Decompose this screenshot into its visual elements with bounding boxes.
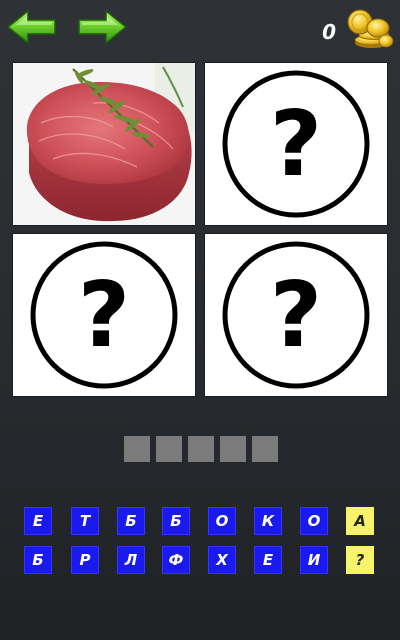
letter-key[interactable]: О [300,507,328,535]
answer-slot[interactable] [124,436,150,462]
letter-key[interactable]: Ф [162,546,190,574]
picture-tile-2[interactable]: ? [205,63,387,225]
green-left-arrow-icon [7,10,56,44]
question-mark-icon: ? [222,241,370,389]
picture-tile-1[interactable] [13,63,195,225]
answer-slot[interactable] [156,436,182,462]
letter-key[interactable]: К [254,507,282,535]
letter-key[interactable]: Б [24,546,52,574]
letter-key[interactable]: Р [71,546,99,574]
question-mark-icon: ? [222,70,370,218]
gold-coins-icon [342,8,394,50]
letter-key[interactable]: Е [254,546,282,574]
tuna-steak-photo [13,63,195,225]
letter-key[interactable]: Т [71,507,99,535]
answer-slot[interactable] [220,436,246,462]
answer-slot[interactable] [252,436,278,462]
svg-text:?: ? [270,263,322,368]
letter-key[interactable]: Б [117,507,145,535]
picture-tile-4[interactable]: ? [205,234,387,396]
svg-text:?: ? [270,92,322,197]
letter-key[interactable]: Х [208,546,236,574]
svg-text:?: ? [78,263,130,368]
letter-key[interactable]: Л [117,546,145,574]
letter-key[interactable]: О [208,507,236,535]
letter-key[interactable]: И [300,546,328,574]
picture-tile-3[interactable]: ? [13,234,195,396]
forward-button[interactable] [76,8,128,46]
hint-button[interactable]: ? [346,546,374,574]
answer-slots [124,436,279,462]
top-bar: 0 [0,0,400,56]
letter-key[interactable]: Е [24,507,52,535]
green-right-arrow-icon [78,10,127,44]
back-button[interactable] [6,8,58,46]
answer-slot[interactable] [188,436,214,462]
letter-key[interactable]: Б [162,507,190,535]
coin-count: 0 [322,20,336,44]
question-mark-icon: ? [30,241,178,389]
reveal-letter-button[interactable]: А [346,507,374,535]
